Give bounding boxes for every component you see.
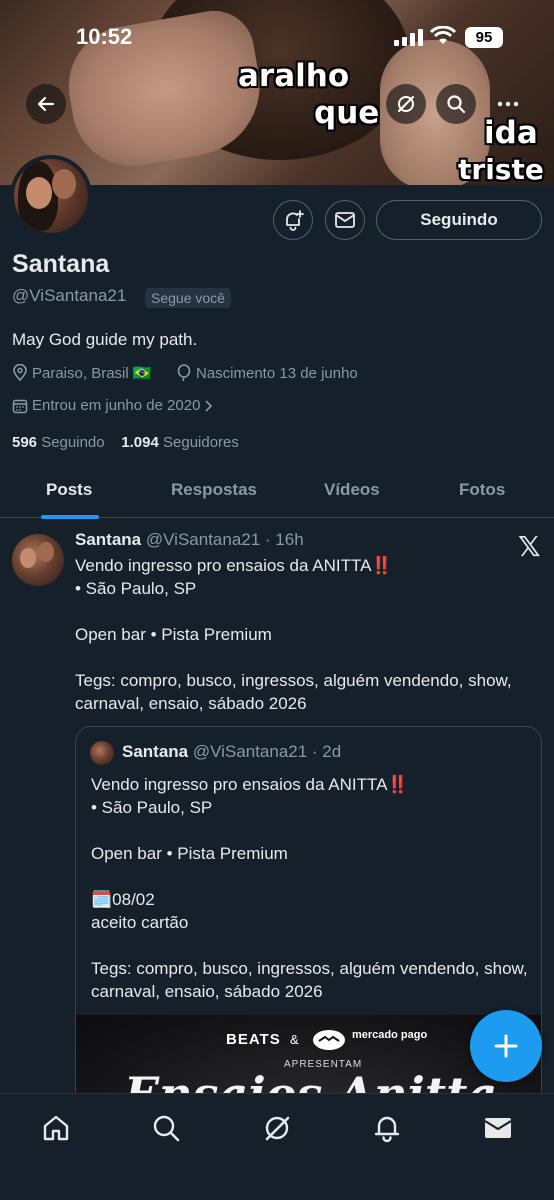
arrow-left-icon bbox=[37, 96, 55, 112]
nav-search[interactable] bbox=[146, 1108, 186, 1148]
follow-stats: 596 Seguindo 1.094 Seguidores bbox=[12, 434, 239, 451]
nav-messages[interactable] bbox=[478, 1108, 518, 1148]
search-icon bbox=[447, 95, 466, 114]
message-button[interactable] bbox=[325, 200, 365, 240]
chevron-right-icon bbox=[205, 399, 213, 412]
tab-videos[interactable]: Vídeos bbox=[324, 480, 380, 500]
nav-home[interactable] bbox=[36, 1108, 76, 1148]
following-button[interactable]: Seguindo bbox=[376, 200, 542, 240]
ampersand-text: & bbox=[290, 1032, 299, 1047]
birthday-text: Nascimento 13 de junho bbox=[196, 364, 358, 382]
post-avatar[interactable] bbox=[12, 534, 64, 586]
location-row: Paraiso, Brasil 🇧🇷 bbox=[12, 364, 152, 382]
quote-text: Vendo ingresso pro ensaios da ANITTA‼️ •… bbox=[91, 775, 528, 1001]
nav-notifications[interactable] bbox=[367, 1108, 407, 1148]
tab-photos[interactable]: Fotos bbox=[459, 480, 505, 500]
post-text: Vendo ingresso pro ensaios da ANITTA‼️ •… bbox=[75, 556, 512, 713]
compose-button[interactable] bbox=[470, 1010, 542, 1082]
location-text: Paraiso, Brasil 🇧🇷 bbox=[32, 365, 152, 382]
envelope-icon bbox=[484, 1118, 512, 1138]
follows-you-badge: Segue você bbox=[145, 288, 231, 308]
mercado-pago-logo: mercado pago bbox=[352, 1029, 428, 1041]
quote-author-name: Santana bbox=[122, 742, 189, 761]
profile-tabs: Posts Respostas Vídeos Fotos bbox=[0, 470, 554, 519]
followers-stat[interactable]: 1.094 Seguidores bbox=[121, 434, 239, 451]
post-header: Santana @ViSantana21 · 16h bbox=[75, 530, 304, 550]
joined-text: Entrou em junho de 2020 bbox=[32, 397, 201, 414]
following-stat[interactable]: 596 Seguindo bbox=[12, 434, 105, 451]
profile-bio: May God guide my path. bbox=[12, 330, 198, 349]
beats-logo: BEATS bbox=[226, 1031, 281, 1048]
clock: 10:52 bbox=[76, 24, 133, 49]
meme-text-1: aralho bbox=[238, 58, 350, 94]
grok-icon bbox=[265, 1116, 290, 1141]
handshake-logo-icon bbox=[313, 1030, 345, 1050]
profile-avatar[interactable] bbox=[10, 155, 92, 237]
post-author-name[interactable]: Santana bbox=[75, 530, 141, 549]
bottom-navigation bbox=[0, 1093, 554, 1200]
status-bar: 10:52 95 bbox=[0, 22, 554, 52]
post-author-meta: @ViSantana21 · 16h bbox=[145, 530, 304, 549]
quote-header: Santana @ViSantana21 · 2d bbox=[122, 742, 341, 762]
meme-text-4: triste bbox=[458, 153, 544, 185]
battery-icon: 95 bbox=[465, 27, 503, 48]
quote-avatar bbox=[90, 741, 114, 765]
more-button[interactable] bbox=[488, 84, 528, 124]
signal-icon bbox=[394, 28, 423, 46]
grok-icon bbox=[398, 96, 414, 112]
grok-button[interactable] bbox=[386, 84, 426, 124]
following-count: 596 bbox=[12, 434, 38, 451]
notifications-subscribe-button[interactable] bbox=[273, 200, 313, 240]
profile-name: Santana bbox=[12, 250, 110, 278]
meme-text-2: que bbox=[314, 95, 380, 131]
search-button[interactable] bbox=[436, 84, 476, 124]
calendar-icon bbox=[12, 399, 28, 413]
search-icon bbox=[153, 1115, 180, 1142]
nav-grok[interactable] bbox=[257, 1108, 297, 1148]
wifi-icon bbox=[430, 26, 456, 44]
home-icon bbox=[43, 1115, 69, 1141]
balloon-icon bbox=[177, 364, 191, 382]
followers-label: Seguidores bbox=[163, 434, 239, 451]
plus-icon bbox=[494, 1034, 518, 1058]
location-pin-icon bbox=[13, 364, 27, 382]
followers-count: 1.094 bbox=[121, 434, 159, 451]
following-label: Seguindo bbox=[41, 434, 105, 451]
active-tab-indicator bbox=[41, 515, 99, 519]
profile-handle: @ViSantana21 bbox=[12, 286, 127, 305]
quote-author-meta: @ViSantana21 · 2d bbox=[192, 742, 342, 761]
more-dots-icon bbox=[497, 101, 519, 107]
tab-posts[interactable]: Posts bbox=[46, 480, 92, 500]
bell-icon bbox=[374, 1116, 400, 1143]
joined-row[interactable]: Entrou em junho de 2020 bbox=[12, 397, 214, 414]
back-button[interactable] bbox=[26, 84, 66, 124]
envelope-icon bbox=[335, 212, 355, 228]
bell-plus-icon bbox=[286, 210, 304, 231]
birthday-row: Nascimento 13 de junho bbox=[176, 364, 358, 382]
quoted-post[interactable]: Santana @ViSantana21 · 2d Vendo ingresso… bbox=[75, 726, 542, 1126]
tab-replies[interactable]: Respostas bbox=[171, 480, 257, 500]
